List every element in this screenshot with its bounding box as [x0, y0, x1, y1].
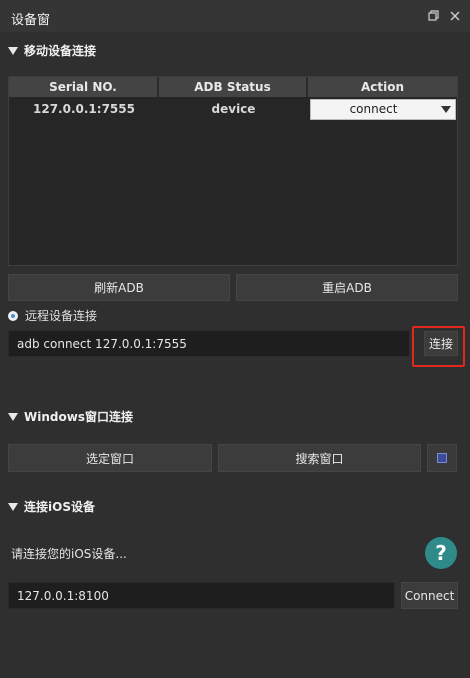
serial-cell: 127.0.0.1:7555 — [33, 102, 135, 116]
remote-connect-radio-row[interactable]: 远程设备连接 — [8, 307, 97, 324]
ios-address-input[interactable]: 127.0.0.1:8100 — [8, 582, 395, 609]
collapse-triangle-icon — [8, 46, 18, 55]
select-window-button[interactable]: 选定窗口 — [8, 444, 212, 472]
chevron-down-icon[interactable] — [437, 100, 455, 119]
close-icon[interactable] — [448, 9, 462, 23]
collapse-triangle-icon — [8, 502, 18, 511]
window-capture-button[interactable] — [427, 444, 457, 472]
highlight-box — [412, 326, 465, 367]
ios-prompt-text: 请连接您的iOS设备... — [11, 547, 127, 561]
window-titlebar: 设备窗 — [0, 0, 470, 32]
mobile-section-title: 移动设备连接 — [24, 44, 97, 58]
help-icon[interactable]: ? — [425, 537, 457, 569]
window-title: 设备窗 — [11, 13, 51, 28]
device-table: Serial NO. ADB Status Action 127.0.0.1:7… — [8, 76, 458, 266]
column-header-serial[interactable]: Serial NO. — [9, 77, 159, 97]
table-row[interactable]: 127.0.0.1:7555 device connect — [9, 97, 457, 121]
restore-icon[interactable] — [426, 9, 440, 23]
restart-adb-button[interactable]: 重启ADB — [236, 274, 458, 301]
window-preview-icon — [437, 453, 447, 463]
windows-section-header[interactable]: Windows窗口连接 — [8, 408, 133, 425]
radio-selected-icon[interactable] — [8, 310, 18, 321]
adb-command-input[interactable]: adb connect 127.0.0.1:7555 — [8, 330, 410, 357]
ios-section-title: 连接iOS设备 — [24, 500, 95, 514]
mobile-section-header[interactable]: 移动设备连接 — [8, 42, 96, 59]
action-dropdown[interactable]: connect — [309, 98, 456, 120]
refresh-adb-button[interactable]: 刷新ADB — [8, 274, 230, 301]
search-window-button[interactable]: 搜索窗口 — [218, 444, 421, 472]
column-header-adb-status[interactable]: ADB Status — [159, 77, 308, 97]
table-header-row: Serial NO. ADB Status Action — [9, 77, 457, 97]
action-dropdown-value: connect — [349, 102, 398, 116]
collapse-triangle-icon — [8, 412, 18, 421]
ios-connect-button[interactable]: Connect — [401, 582, 458, 609]
remote-connect-label: 远程设备连接 — [25, 309, 98, 323]
action-cell: connect — [308, 98, 457, 120]
ios-section-header[interactable]: 连接iOS设备 — [8, 498, 95, 515]
status-cell: device — [211, 102, 256, 116]
windows-section-title: Windows窗口连接 — [24, 410, 133, 424]
column-header-action[interactable]: Action — [308, 77, 457, 97]
